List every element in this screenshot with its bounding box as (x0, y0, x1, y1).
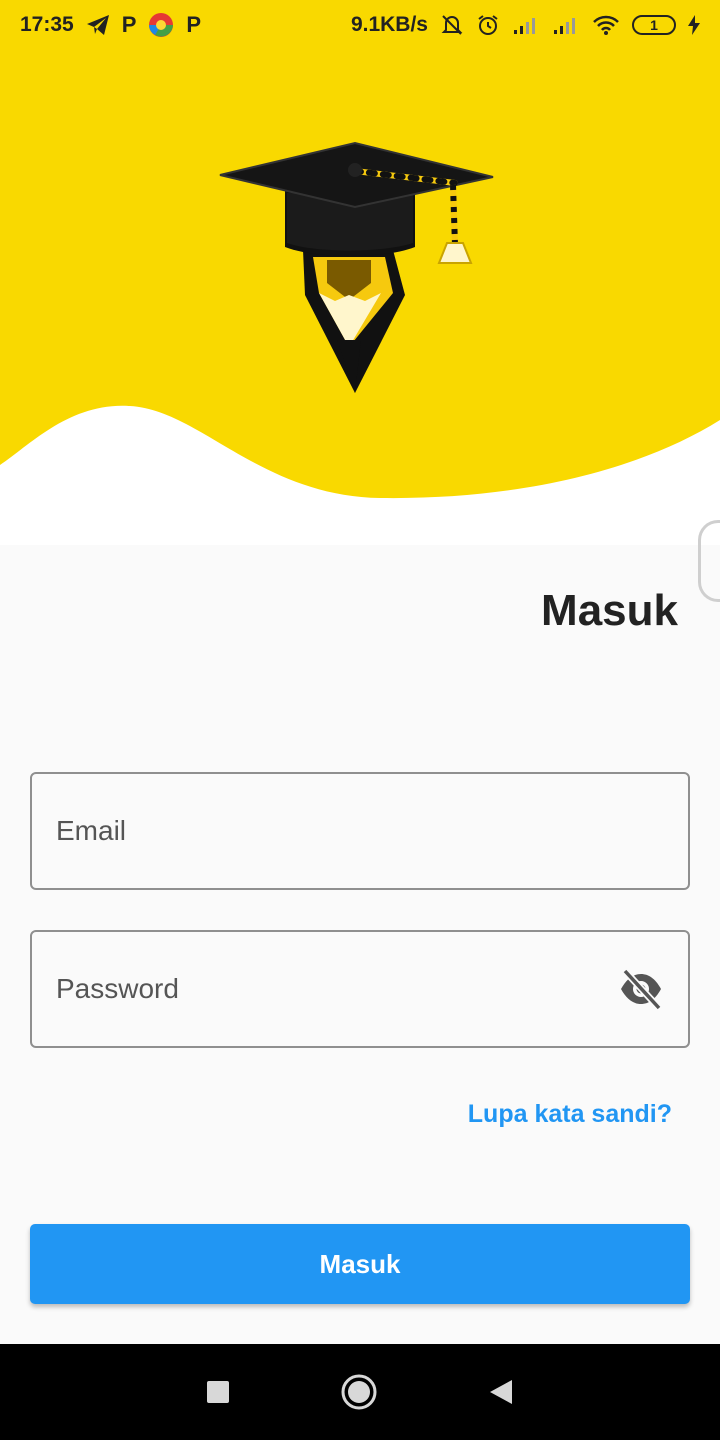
charging-icon (688, 15, 700, 35)
silent-icon (440, 13, 464, 37)
telegram-icon (86, 14, 110, 36)
status-right: 9.1KB/s 1 (351, 13, 700, 37)
home-icon[interactable] (340, 1373, 378, 1411)
signal-icon (552, 15, 580, 35)
password-field[interactable]: Password (30, 930, 690, 1048)
p-app-icon: P (186, 12, 202, 37)
status-left: 17:35 P P (20, 12, 201, 38)
password-placeholder: Password (56, 973, 179, 1004)
email-placeholder: Email (56, 815, 127, 846)
alarm-icon (476, 13, 500, 37)
login-button-label: Masuk (319, 1248, 401, 1279)
navigation-bar (0, 1344, 720, 1440)
network-speed: 9.1KB/s (350, 13, 428, 36)
wifi-icon (592, 14, 620, 36)
header-banner (0, 0, 720, 545)
forgot-password-link[interactable]: Lupa kata sandi? (468, 1100, 672, 1129)
p-app-icon: P (121, 12, 137, 37)
page-title: Masuk (541, 586, 678, 635)
eye-off-icon[interactable] (618, 966, 664, 1012)
clock: 17:35 (20, 13, 74, 36)
battery-icon: 1 (632, 15, 676, 35)
back-icon[interactable] (488, 1378, 514, 1406)
edge-swipe-handle[interactable] (698, 520, 720, 602)
graduation-cap-pencil-icon (219, 141, 494, 393)
chrome-color-icon (148, 12, 174, 38)
recent-apps-icon[interactable] (206, 1380, 230, 1404)
login-button[interactable]: Masuk (30, 1224, 690, 1304)
signal-icon (512, 15, 540, 35)
email-field[interactable]: Email (30, 772, 690, 890)
status-bar: 17:35 P P 9.1KB/s 1 (0, 0, 720, 50)
battery-level: 1 (650, 17, 658, 33)
